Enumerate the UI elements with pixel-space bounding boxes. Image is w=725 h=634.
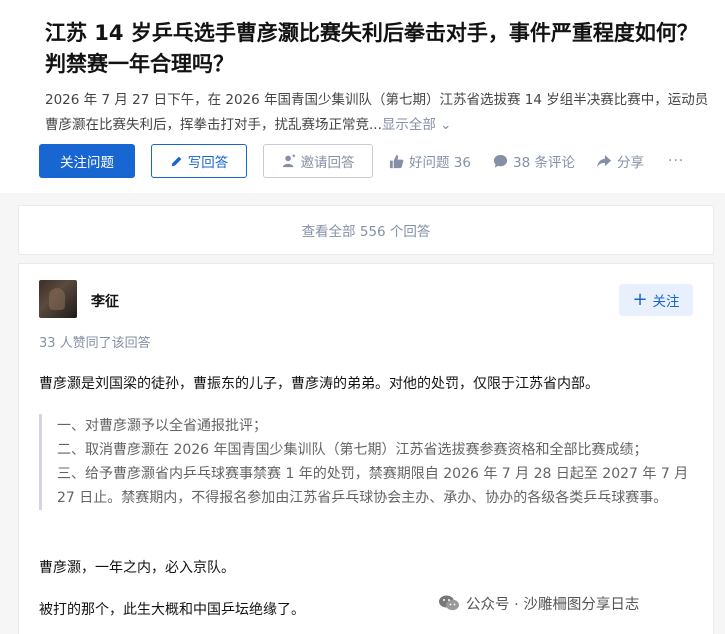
comment-icon [493, 154, 508, 169]
question-title[interactable]: 江苏 14 岁乒乓选手曹彦灏比赛失利后拳击对手，事件严重程度如何？判禁赛一年合理… [45, 18, 705, 80]
follow-author-button[interactable]: + 关注 [619, 284, 693, 316]
follow-question-button[interactable]: 关注问题 [39, 144, 135, 178]
watermark: 公众号 · 沙雕柵图分享日志 [438, 591, 646, 615]
more-options-button[interactable]: ··· [668, 144, 684, 178]
comments-label: 38 条评论 [513, 155, 575, 171]
thumbs-up-icon [389, 154, 404, 169]
good-question-label: 好问题 36 [409, 155, 471, 171]
comments-button[interactable]: 38 条评论 [493, 144, 575, 178]
question-excerpt[interactable]: 2026 年 7 月 27 日下午，在 2026 年国青国少集训队（第七期）江苏… [45, 88, 720, 138]
question-card: 江苏 14 岁乒乓选手曹彦灏比赛失利后拳击对手，事件严重程度如何？判禁赛一年合理… [0, 0, 725, 193]
view-all-answers-button[interactable]: 查看全部 556 个回答 [18, 205, 714, 255]
quote-line: 一、对曹彦灏予以全省通报批评； [57, 418, 267, 434]
pen-icon [170, 155, 183, 168]
follow-author-label: 关注 [652, 294, 680, 310]
plus-icon: + [632, 289, 648, 310]
quote-line: 二、取消曹彦灏在 2026 年国青国少集训队（第七期）江苏省选拔赛参赛资格和全部… [57, 442, 648, 458]
answer-paragraph: 曹彦灏，一年之内，必入京队。 [39, 560, 235, 576]
wechat-icon [438, 594, 460, 612]
invite-answer-label: 邀请回答 [300, 155, 355, 171]
watermark-text: 公众号 · 沙雕柵图分享日志 [466, 596, 640, 613]
write-answer-label: 写回答 [187, 155, 229, 171]
question-actions: 关注问题 写回答 邀请回答 好问题 36 38 条评论 分享 ··· [39, 144, 725, 178]
answer-blockquote: 一、对曹彦灏予以全省通报批评； 二、取消曹彦灏在 2026 年国青国少集训队（第… [39, 414, 699, 510]
answer-paragraph: 曹彦灏是刘国梁的徒孙，曹振东的儿子，曹彦涛的弟弟。对他的处罚，仅限于江苏省内部。 [39, 376, 599, 392]
invite-answer-button[interactable]: 邀请回答 [263, 144, 373, 178]
write-answer-button[interactable]: 写回答 [151, 144, 247, 178]
answer-card: 李征 + 关注 33 人赞同了该回答 曹彦灏是刘国梁的徒孙，曹振东的儿子，曹彦涛… [18, 263, 714, 634]
question-excerpt-text: 2026 年 7 月 27 日下午，在 2026 年国青国少集训队（第七期）江苏… [45, 92, 709, 133]
invite-user-icon [282, 154, 296, 168]
share-label: 分享 [617, 155, 644, 171]
avatar[interactable] [39, 280, 77, 318]
author-name[interactable]: 李征 [91, 291, 119, 311]
good-question-button[interactable]: 好问题 36 [389, 144, 471, 178]
show-all-link[interactable]: 显示全部 ⌄ [382, 117, 452, 133]
quote-line: 三、给予曹彦灏省内乒乓球赛事禁赛 1 年的处罚，禁赛期限自 2026 年 7 月… [57, 466, 689, 506]
share-arrow-icon [596, 154, 612, 169]
share-button[interactable]: 分享 [596, 144, 644, 178]
voters-count: 33 人赞同了该回答 [39, 336, 151, 351]
